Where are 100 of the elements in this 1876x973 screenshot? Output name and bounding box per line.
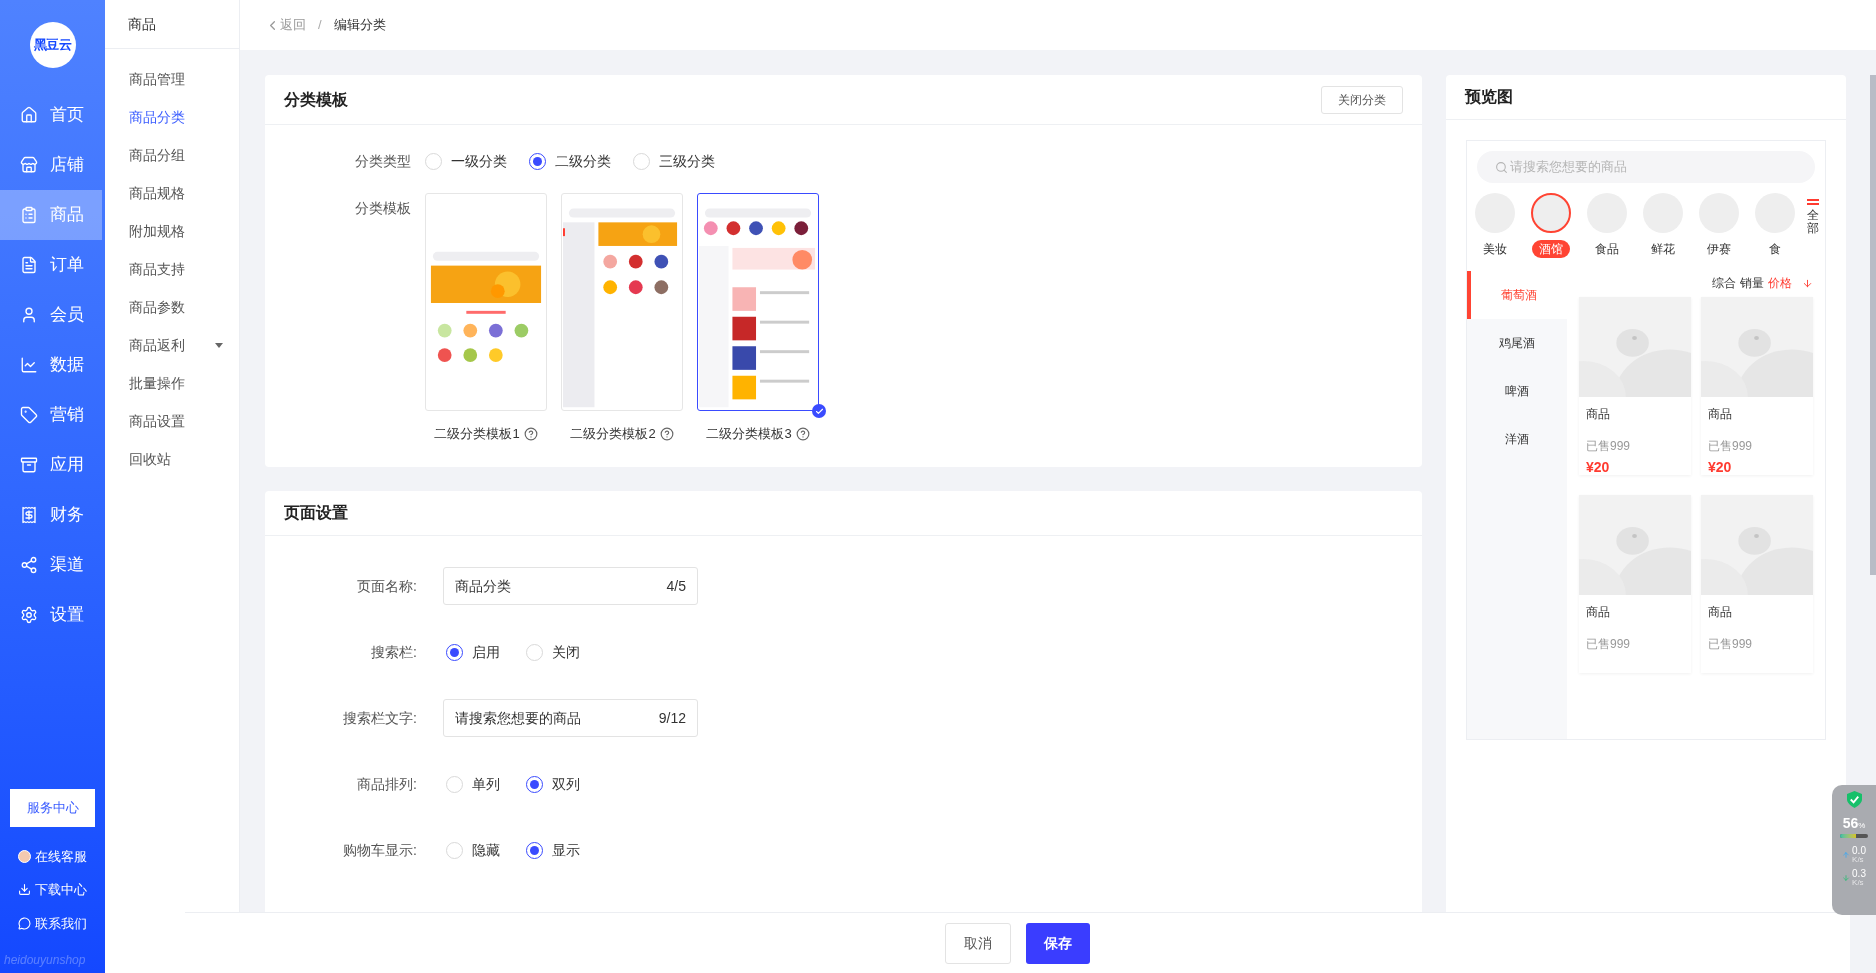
user-icon	[20, 306, 38, 324]
subnav-item[interactable]: 商品分类	[105, 98, 239, 136]
tag-icon	[20, 406, 38, 424]
field-label: 商品排列:	[356, 774, 418, 794]
nav-item[interactable]: 数据	[0, 340, 105, 390]
document-icon	[20, 256, 38, 274]
subnav-item[interactable]: 商品分组	[105, 136, 239, 174]
radio-option[interactable]: 二级分类	[529, 151, 611, 172]
card-title: 分类模板	[284, 89, 348, 110]
search-icon	[1495, 160, 1508, 174]
text-field[interactable]: 商品分类 4/5	[443, 567, 698, 606]
percent-unit: %	[1858, 821, 1866, 832]
sold-count: 已售999	[1707, 438, 1754, 455]
radio-option[interactable]: 三级分类	[633, 151, 715, 172]
side-category[interactable]: 鸡尾酒	[1467, 319, 1567, 367]
chat-icon	[18, 916, 31, 930]
subnav-item[interactable]: 商品规格	[105, 174, 239, 212]
sidebar-link[interactable]: 联系我们	[18, 913, 87, 933]
download-icon	[1842, 874, 1851, 882]
side-category[interactable]: 葡萄酒	[1467, 271, 1567, 319]
sold-count: 已售999	[1707, 636, 1754, 653]
product-card[interactable]: 商品 已售999	[1701, 495, 1813, 673]
subnav-item[interactable]: 附加规格	[105, 212, 239, 250]
sold-count: 已售999	[1585, 438, 1632, 455]
logo: 黑豆云	[29, 22, 76, 68]
side-category[interactable]: 啤酒	[1467, 367, 1567, 415]
breadcrumb-separator: /	[318, 16, 322, 35]
template-name: 二级分类模板1	[434, 425, 520, 443]
category-item[interactable]: 美妆	[1467, 193, 1523, 263]
subnav-item[interactable]: 批量操作	[105, 364, 239, 402]
nav-item[interactable]: 财务	[0, 490, 105, 540]
subnav-item[interactable]: 商品支持	[105, 250, 239, 288]
subnav-item[interactable]: 回收站	[105, 440, 239, 478]
field-label: 页面名称:	[356, 576, 418, 596]
download-icon	[18, 883, 31, 897]
subnav-item[interactable]: 商品参数	[105, 288, 239, 326]
sort-option[interactable]: 综合	[1712, 274, 1736, 292]
card-title: 页面设置	[284, 503, 348, 524]
radio-option[interactable]: 单列	[446, 773, 500, 795]
subnav-item[interactable]: 商品返利	[105, 326, 239, 364]
product-card[interactable]: 商品 已售999 ¥20	[1579, 297, 1691, 475]
sort-option[interactable]: 价格	[1768, 274, 1792, 292]
product-name: 商品	[1585, 406, 1611, 423]
product-name: 商品	[1585, 604, 1611, 621]
receipt-icon	[20, 506, 38, 524]
menu-icon	[1807, 199, 1819, 205]
service-center-button[interactable]: 服务中心	[10, 788, 95, 827]
radio-option[interactable]: 隐藏	[446, 839, 500, 861]
help-icon	[523, 426, 538, 441]
price: ¥20	[1585, 458, 1611, 477]
check-icon	[812, 404, 826, 418]
settings-icon	[20, 606, 38, 624]
sidebar-link[interactable]: 在线客服	[18, 846, 87, 866]
text-field[interactable]: 请搜索您想要的商品 9/12	[443, 699, 698, 738]
cancel-button[interactable]: 取消	[945, 922, 1011, 964]
store-icon	[20, 156, 38, 174]
field-label: 分类类型	[354, 152, 412, 171]
category-item[interactable]: 鲜花	[1635, 193, 1691, 263]
share-icon	[20, 556, 38, 574]
field-label: 搜索栏文字:	[342, 708, 418, 728]
home-icon	[20, 106, 38, 124]
category-item[interactable]: 伊赛	[1691, 193, 1747, 263]
radio-option[interactable]: 启用	[446, 641, 500, 663]
nav-item[interactable]: 应用	[0, 440, 105, 490]
nav-item[interactable]: 会员	[0, 290, 105, 340]
cpu-percent: 56	[1842, 816, 1859, 830]
nav-item[interactable]: 订单	[0, 240, 105, 290]
sidebar-link[interactable]: 下载中心	[18, 880, 87, 900]
radio-option[interactable]: 双列	[526, 773, 580, 795]
shield-icon	[1846, 791, 1862, 808]
radio-option[interactable]: 关闭	[526, 641, 580, 663]
all-categories-button[interactable]: 全部	[1801, 193, 1825, 263]
subnav-item[interactable]: 商品设置	[105, 402, 239, 440]
radio-option[interactable]: 显示	[526, 839, 580, 861]
brand-text: heidouyunshop	[3, 952, 87, 969]
upload-speed: 0.0	[1852, 846, 1866, 856]
card-title: 预览图	[1465, 87, 1513, 107]
nav-item[interactable]: 店铺	[0, 140, 105, 190]
category-item[interactable]: 食品	[1579, 193, 1635, 263]
subnav-item[interactable]: 商品管理	[105, 60, 239, 98]
product-card[interactable]: 商品 已售999 ¥20	[1701, 297, 1813, 475]
sort-icon	[1802, 277, 1813, 289]
sort-option[interactable]: 销量	[1740, 274, 1764, 292]
avatar-icon	[18, 849, 31, 863]
scrollbar[interactable]	[1870, 75, 1876, 575]
save-button[interactable]: 保存	[1026, 922, 1090, 964]
radio-option[interactable]: 一级分类	[425, 151, 507, 172]
upload-icon	[1842, 851, 1851, 859]
nav-item[interactable]: 设置	[0, 590, 105, 640]
nav-item[interactable]: 首页	[0, 90, 105, 140]
product-card[interactable]: 商品 已售999	[1579, 495, 1691, 673]
category-item[interactable]: 食	[1747, 193, 1801, 263]
side-category[interactable]: 洋酒	[1467, 415, 1567, 463]
sold-count: 已售999	[1585, 636, 1632, 653]
template-name: 二级分类模板3	[706, 425, 792, 443]
box-icon	[20, 456, 38, 474]
close-category-button[interactable]: 关闭分类	[1321, 85, 1403, 114]
field-label: 搜索栏:	[370, 642, 418, 662]
nav-item[interactable]: 渠道	[0, 540, 105, 590]
nav-item[interactable]: 营销	[0, 390, 105, 440]
